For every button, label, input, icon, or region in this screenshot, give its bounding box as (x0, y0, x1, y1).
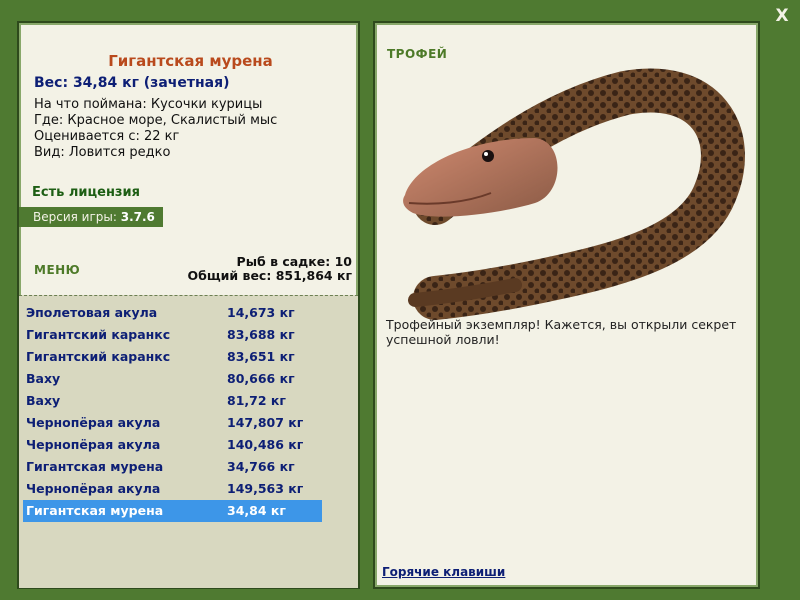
catch-weight: 147,807 кг (227, 415, 304, 430)
catch-weight: 14,673 кг (227, 305, 295, 320)
catch-row[interactable]: Чернопёрая акула 149,563 кг (23, 478, 323, 500)
close-button[interactable]: X (772, 6, 792, 26)
keepnet-count: Рыб в садке: 10 (236, 254, 352, 269)
catch-list: Эполетовая акула 14,673 кг Гигантский ка… (19, 295, 358, 588)
catch-row[interactable]: Гигантская мурена 34,766 кг (23, 456, 323, 478)
catch-weight: 81,72 кг (227, 393, 286, 408)
catch-row[interactable]: Эполетовая акула 14,673 кг (23, 302, 323, 324)
bait-info: На что поймана: Кусочки курицы (34, 97, 263, 112)
version-value: 3.7.6 (120, 210, 155, 224)
catch-weight: 83,651 кг (227, 349, 295, 364)
catch-weight: 83,688 кг (227, 327, 295, 342)
catch-name: Ваху (26, 371, 61, 386)
catch-row[interactable]: Гигантский каранкс 83,688 кг (23, 324, 323, 346)
moray-eel-image (395, 53, 745, 323)
catch-name: Чернопёрая акула (26, 437, 161, 452)
catch-name: Ваху (26, 393, 61, 408)
catch-row[interactable]: Чернопёрая акула 147,807 кг (23, 412, 323, 434)
rarity-info: Вид: Ловится редко (34, 145, 171, 160)
catch-row[interactable]: Чернопёрая акула 140,486 кг (23, 434, 323, 456)
trophy-description: Трофейный экземпляр! Кажется, вы открыли… (386, 317, 737, 347)
catch-name: Эполетовая акула (26, 305, 158, 320)
catch-name: Гигантская мурена (26, 459, 164, 474)
catch-row-selected[interactable]: Гигантская мурена 34,84 кг (23, 500, 322, 522)
catch-row[interactable]: Ваху 81,72 кг (23, 390, 323, 412)
moray-eel-illustration (403, 68, 745, 320)
catch-row[interactable]: Ваху 80,666 кг (23, 368, 323, 390)
catch-name: Гигантский каранкс (26, 349, 171, 364)
rated-from-info: Оценивается с: 22 кг (34, 129, 180, 144)
keepnet-total-weight: Общий вес: 851,864 кг (187, 268, 353, 283)
catch-weight: 140,486 кг (227, 437, 304, 452)
menu-button[interactable]: МЕНЮ (34, 263, 80, 277)
version-bar: Версия игры: 3.7.6 (19, 207, 163, 227)
location-info: Где: Красное море, Скалистый мыс (34, 113, 278, 128)
catch-weight: 34,84 кг (227, 503, 286, 518)
catch-name: Чернопёрая акула (26, 415, 161, 430)
catch-weight: 34,766 кг (227, 459, 295, 474)
catch-weight: 80,666 кг (227, 371, 295, 386)
license-status: Есть лицензия (32, 185, 140, 200)
fish-info-panel: Гигантская мурена Вес: 34,84 кг (зачетна… (17, 21, 360, 589)
trophy-panel: ТРОФЕЙ Трофейный экземпляр! Кажется, вы … (373, 21, 760, 589)
hotkeys-link[interactable]: Горячие клавиши (382, 565, 505, 579)
fish-weight: Вес: 34,84 кг (зачетная) (34, 75, 230, 91)
fish-title: Гигантская мурена (108, 52, 273, 70)
catch-name: Гигантская мурена (26, 503, 164, 518)
version-label: Версия игры: (33, 210, 117, 224)
catch-weight: 149,563 кг (227, 481, 304, 496)
catch-row[interactable]: Гигантский каранкс 83,651 кг (23, 346, 323, 368)
catch-name: Чернопёрая акула (26, 481, 161, 496)
catch-name: Гигантский каранкс (26, 327, 171, 342)
